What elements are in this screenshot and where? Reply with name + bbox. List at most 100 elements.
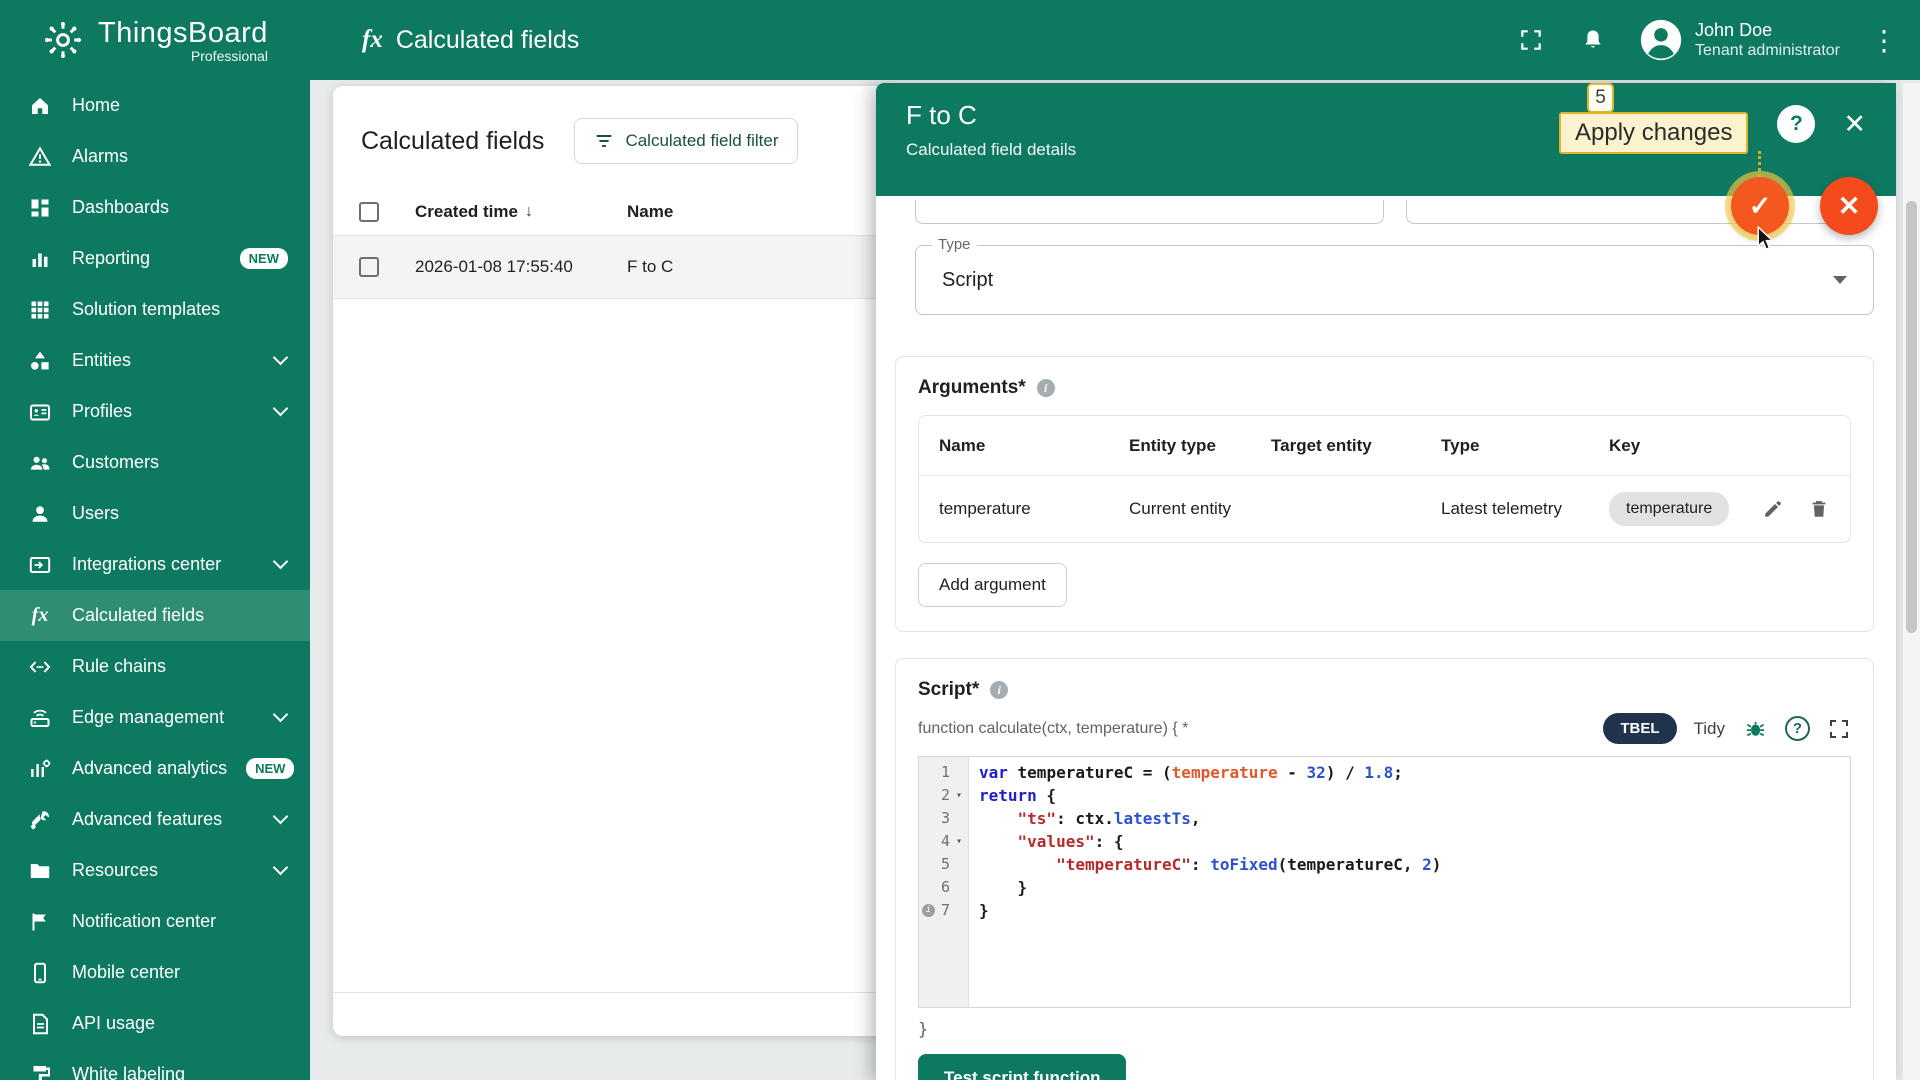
tidy-button[interactable]: Tidy (1694, 719, 1726, 739)
editor-code: var temperatureC = (temperature - 32) / … (969, 757, 1441, 1007)
sidebar-item-solution-templates[interactable]: Solution templates (0, 284, 310, 335)
table-row[interactable]: 2026-01-08 17:55:40 F to C (333, 236, 895, 299)
sidebar-item-entities[interactable]: Entities (0, 335, 310, 386)
sidebar-item-calculated-fields[interactable]: fx Calculated fields (0, 590, 310, 641)
flag-icon (27, 909, 53, 935)
sidebar-item-users[interactable]: Users (0, 488, 310, 539)
alarm-warning-icon (27, 144, 53, 170)
integrations-icon (27, 552, 53, 578)
folder-icon (27, 858, 53, 884)
type-select[interactable]: Type Script (915, 245, 1874, 315)
arguments-table: Name Entity type Target entity Type Key … (918, 415, 1851, 543)
sidebar-item-api-usage[interactable]: API usage (0, 998, 310, 1049)
sidebar-item-notification-center[interactable]: Notification center (0, 896, 310, 947)
dashboards-icon (27, 195, 53, 221)
sidebar-item-mobile-center[interactable]: Mobile center (0, 947, 310, 998)
annotation-apply-changes-label: Apply changes (1559, 112, 1748, 154)
editor-fullscreen-icon[interactable] (1827, 717, 1851, 741)
cutoff-field-left[interactable] (915, 200, 1384, 224)
mouse-cursor (1753, 226, 1777, 252)
delete-trash-icon[interactable] (1808, 498, 1830, 520)
fullscreen-icon[interactable] (1515, 24, 1547, 56)
sidebar-item-home[interactable]: Home (0, 80, 310, 131)
top-bar: ThingsBoard Professional fx Calculated f… (0, 0, 1920, 80)
advanced-analytics-icon (27, 756, 53, 782)
sidebar-item-integrations-center[interactable]: Integrations center (0, 539, 310, 590)
select-all-checkbox[interactable] (359, 202, 379, 222)
help-button[interactable]: ? (1777, 105, 1815, 143)
column-created-time[interactable]: Created time ↓ (415, 202, 627, 222)
new-badge: NEW (246, 758, 294, 779)
sidebar-item-advanced-analytics[interactable]: Advanced analytics NEW (0, 743, 310, 794)
sidebar-item-alarms[interactable]: Alarms (0, 131, 310, 182)
function-signature: function calculate(ctx, temperature) { * (918, 720, 1188, 738)
argument-type: Latest telemetry (1441, 499, 1609, 519)
argument-name: temperature (939, 499, 1129, 519)
user-role: Tenant administrator (1695, 41, 1840, 61)
sidebar-item-resources[interactable]: Resources (0, 845, 310, 896)
cutoff-field-right[interactable] (1406, 200, 1874, 224)
column-name: Name (627, 202, 895, 222)
debug-bug-icon[interactable] (1742, 716, 1768, 742)
calculated-fields-icon: fx (27, 603, 53, 629)
argument-row: temperature Current entity Latest teleme… (919, 476, 1850, 542)
scrollbar-thumb[interactable] (1906, 201, 1917, 633)
calculated-fields-icon: fx (362, 26, 383, 54)
chevron-down-icon (273, 707, 289, 723)
new-badge: NEW (240, 248, 288, 269)
row-checkbox[interactable] (359, 257, 379, 277)
sidebar-item-edge-management[interactable]: Edge management (0, 692, 310, 743)
brand-name: ThingsBoard (98, 17, 268, 50)
info-icon: i (1037, 379, 1055, 397)
sidebar-item-customers[interactable]: Customers (0, 437, 310, 488)
home-icon (27, 93, 53, 119)
chevron-down-icon (273, 554, 289, 570)
brand-logo: ThingsBoard Professional (42, 17, 322, 64)
calculated-field-details-panel: F to C Calculated field details ? ✕ ✓ ✕ … (876, 83, 1896, 1080)
page-title-label: Calculated fields (396, 26, 579, 55)
annotation-step-number: 5 (1587, 83, 1614, 113)
calculated-field-filter-button[interactable]: Calculated field filter (574, 118, 797, 164)
thingsboard-gear-icon (42, 19, 84, 61)
script-section: Script* i function calculate(ctx, temper… (895, 658, 1874, 1080)
add-argument-button[interactable]: Add argument (918, 563, 1067, 607)
page-title: fx Calculated fields (362, 26, 579, 55)
type-select-value: Script (942, 269, 993, 292)
solution-templates-icon (27, 297, 53, 323)
argument-entity-type: Current entity (1129, 499, 1271, 519)
annotation-connector-line (1758, 151, 1761, 177)
reporting-icon (27, 246, 53, 272)
sidebar-item-profiles[interactable]: Profiles (0, 386, 310, 437)
cancel-changes-fab[interactable]: ✕ (1820, 177, 1878, 235)
info-icon: i (990, 681, 1008, 699)
script-title: Script* (918, 679, 979, 701)
profiles-icon (27, 399, 53, 425)
chevron-down-icon (273, 401, 289, 417)
chevron-down-icon (273, 809, 289, 825)
list-header-row: Created time ↓ Name (333, 188, 895, 236)
notifications-bell-icon[interactable] (1577, 24, 1609, 56)
editor-gutter: 12▾34▾56i7 (919, 757, 969, 1007)
kebab-menu-icon[interactable]: ⋮ (1870, 24, 1894, 57)
script-help-icon[interactable]: ? (1785, 716, 1810, 741)
code-editor[interactable]: 12▾34▾56i7 var temperatureC = (temperatu… (918, 756, 1851, 1008)
close-icon[interactable]: ✕ (1843, 111, 1866, 138)
details-body: Type Script Arguments* i Name Entity typ… (876, 196, 1896, 1080)
advanced-features-icon (27, 807, 53, 833)
tbel-language-button[interactable]: TBEL (1603, 713, 1676, 744)
smartphone-icon (27, 960, 53, 986)
chevron-down-icon (273, 860, 289, 876)
sidebar-item-rule-chains[interactable]: Rule chains (0, 641, 310, 692)
test-script-function-button[interactable]: Test script function (918, 1054, 1126, 1080)
users-icon (27, 501, 53, 527)
sidebar-item-reporting[interactable]: Reporting NEW (0, 233, 310, 284)
sidebar-item-dashboards[interactable]: Dashboards (0, 182, 310, 233)
user-menu[interactable]: John Doe Tenant administrator (1639, 18, 1840, 62)
customers-icon (27, 450, 53, 476)
sidebar-item-advanced-features[interactable]: Advanced features (0, 794, 310, 845)
sidebar-item-white-labeling[interactable]: White labeling (0, 1049, 310, 1080)
edit-pencil-icon[interactable] (1762, 498, 1784, 520)
avatar (1639, 18, 1683, 62)
rule-chains-icon (27, 654, 53, 680)
api-usage-icon (27, 1011, 53, 1037)
